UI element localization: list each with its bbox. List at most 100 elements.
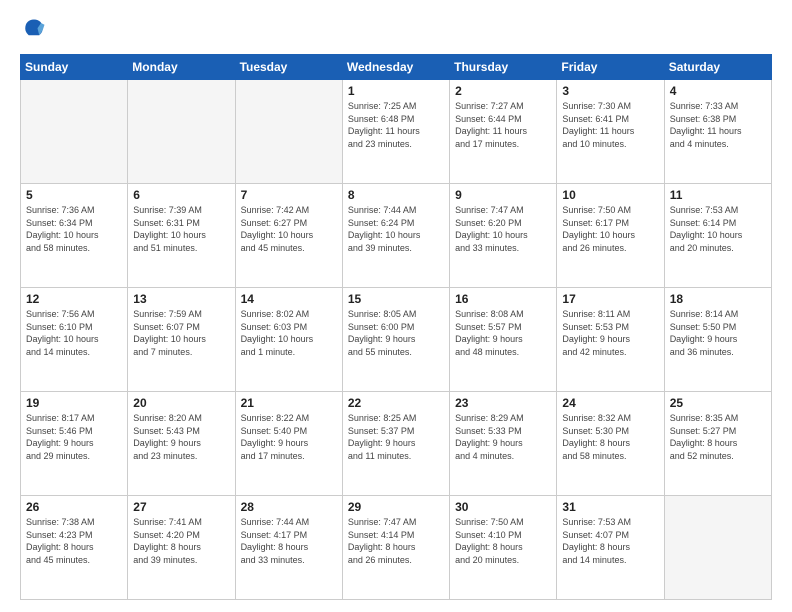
day-cell: 14 Sunrise: 8:02 AM Sunset: 6:03 PM Dayli… <box>235 288 342 392</box>
day-cell: 8 Sunrise: 7:44 AM Sunset: 6:24 PM Daylig… <box>342 184 449 288</box>
day-info: Sunrise: 7:30 AM Sunset: 6:41 PM Dayligh… <box>562 100 658 150</box>
week-row-1: 5Sunrise: 7:36 AM Sunset: 6:34 PM Daylig… <box>21 184 772 288</box>
day-number: 21 <box>241 396 337 410</box>
day-cell: 27 Sunrise: 7:41 AM Sunset: 4:20 PM Dayli… <box>128 496 235 600</box>
day-info: Sunrise: 8:14 AM Sunset: 5:50 PM Dayligh… <box>670 308 766 358</box>
day-info: Sunrise: 7:25 AM Sunset: 6:48 PM Dayligh… <box>348 100 444 150</box>
day-cell: 10Sunrise: 7:50 AM Sunset: 6:17 PM Dayli… <box>557 184 664 288</box>
day-number: 17 <box>562 292 658 306</box>
day-number: 19 <box>26 396 122 410</box>
day-cell: 17Sunrise: 8:11 AM Sunset: 5:53 PM Dayli… <box>557 288 664 392</box>
day-number: 18 <box>670 292 766 306</box>
day-number: 29 <box>348 500 444 514</box>
day-cell <box>21 80 128 184</box>
weekday-header-tuesday: Tuesday <box>235 55 342 80</box>
day-number: 6 <box>133 188 229 202</box>
day-cell: 13 Sunrise: 7:59 AM Sunset: 6:07 PM Dayli… <box>128 288 235 392</box>
day-cell: 20 Sunrise: 8:20 AM Sunset: 5:43 PM Dayli… <box>128 392 235 496</box>
weekday-header-row: SundayMondayTuesdayWednesdayThursdayFrid… <box>21 55 772 80</box>
page: SundayMondayTuesdayWednesdayThursdayFrid… <box>0 0 792 612</box>
day-info: Sunrise: 8:17 AM Sunset: 5:46 PM Dayligh… <box>26 412 122 462</box>
day-number: 8 <box>348 188 444 202</box>
day-cell: 19 Sunrise: 8:17 AM Sunset: 5:46 PM Dayli… <box>21 392 128 496</box>
logo-icon <box>20 16 48 44</box>
day-cell: 29Sunrise: 7:47 AM Sunset: 4:14 PM Dayli… <box>342 496 449 600</box>
day-number: 28 <box>241 500 337 514</box>
day-number: 23 <box>455 396 551 410</box>
day-info: Sunrise: 7:53 AM Sunset: 4:07 PM Dayligh… <box>562 516 658 566</box>
day-info: Sunrise: 7:59 AM Sunset: 6:07 PM Dayligh… <box>133 308 229 358</box>
day-info: Sunrise: 7:56 AM Sunset: 6:10 PM Dayligh… <box>26 308 122 358</box>
day-cell: 22 Sunrise: 8:25 AM Sunset: 5:37 PM Dayli… <box>342 392 449 496</box>
day-number: 9 <box>455 188 551 202</box>
day-info: Sunrise: 7:47 AM Sunset: 6:20 PM Dayligh… <box>455 204 551 254</box>
day-info: Sunrise: 7:36 AM Sunset: 6:34 PM Dayligh… <box>26 204 122 254</box>
day-cell: 30Sunrise: 7:50 AM Sunset: 4:10 PM Dayli… <box>450 496 557 600</box>
day-number: 24 <box>562 396 658 410</box>
day-number: 2 <box>455 84 551 98</box>
day-cell: 31Sunrise: 7:53 AM Sunset: 4:07 PM Dayli… <box>557 496 664 600</box>
day-number: 22 <box>348 396 444 410</box>
day-number: 7 <box>241 188 337 202</box>
day-cell: 21 Sunrise: 8:22 AM Sunset: 5:40 PM Dayli… <box>235 392 342 496</box>
day-number: 1 <box>348 84 444 98</box>
day-cell: 7 Sunrise: 7:42 AM Sunset: 6:27 PM Daylig… <box>235 184 342 288</box>
day-number: 27 <box>133 500 229 514</box>
day-number: 16 <box>455 292 551 306</box>
day-info: Sunrise: 7:27 AM Sunset: 6:44 PM Dayligh… <box>455 100 551 150</box>
week-row-3: 19 Sunrise: 8:17 AM Sunset: 5:46 PM Dayli… <box>21 392 772 496</box>
day-cell: 11Sunrise: 7:53 AM Sunset: 6:14 PM Dayli… <box>664 184 771 288</box>
day-info: Sunrise: 8:02 AM Sunset: 6:03 PM Dayligh… <box>241 308 337 358</box>
day-cell: 5Sunrise: 7:36 AM Sunset: 6:34 PM Daylig… <box>21 184 128 288</box>
day-cell: 26 Sunrise: 7:38 AM Sunset: 4:23 PM Dayli… <box>21 496 128 600</box>
day-number: 26 <box>26 500 122 514</box>
day-cell: 6 Sunrise: 7:39 AM Sunset: 6:31 PM Daylig… <box>128 184 235 288</box>
day-number: 10 <box>562 188 658 202</box>
day-info: Sunrise: 8:25 AM Sunset: 5:37 PM Dayligh… <box>348 412 444 462</box>
day-cell: 3 Sunrise: 7:30 AM Sunset: 6:41 PM Daylig… <box>557 80 664 184</box>
day-info: Sunrise: 7:33 AM Sunset: 6:38 PM Dayligh… <box>670 100 766 150</box>
weekday-header-monday: Monday <box>128 55 235 80</box>
day-cell: 15Sunrise: 8:05 AM Sunset: 6:00 PM Dayli… <box>342 288 449 392</box>
day-number: 20 <box>133 396 229 410</box>
day-cell: 4 Sunrise: 7:33 AM Sunset: 6:38 PM Daylig… <box>664 80 771 184</box>
day-cell: 24 Sunrise: 8:32 AM Sunset: 5:30 PM Dayli… <box>557 392 664 496</box>
day-cell <box>664 496 771 600</box>
day-cell: 2 Sunrise: 7:27 AM Sunset: 6:44 PM Daylig… <box>450 80 557 184</box>
day-info: Sunrise: 7:44 AM Sunset: 6:24 PM Dayligh… <box>348 204 444 254</box>
day-info: Sunrise: 7:53 AM Sunset: 6:14 PM Dayligh… <box>670 204 766 254</box>
weekday-header-sunday: Sunday <box>21 55 128 80</box>
header <box>20 16 772 44</box>
day-info: Sunrise: 7:44 AM Sunset: 4:17 PM Dayligh… <box>241 516 337 566</box>
day-number: 14 <box>241 292 337 306</box>
day-number: 15 <box>348 292 444 306</box>
day-cell: 9 Sunrise: 7:47 AM Sunset: 6:20 PM Daylig… <box>450 184 557 288</box>
day-info: Sunrise: 7:42 AM Sunset: 6:27 PM Dayligh… <box>241 204 337 254</box>
day-cell <box>128 80 235 184</box>
day-info: Sunrise: 8:32 AM Sunset: 5:30 PM Dayligh… <box>562 412 658 462</box>
day-cell: 18 Sunrise: 8:14 AM Sunset: 5:50 PM Dayli… <box>664 288 771 392</box>
day-info: Sunrise: 7:50 AM Sunset: 4:10 PM Dayligh… <box>455 516 551 566</box>
day-number: 13 <box>133 292 229 306</box>
day-number: 4 <box>670 84 766 98</box>
day-info: Sunrise: 8:35 AM Sunset: 5:27 PM Dayligh… <box>670 412 766 462</box>
day-info: Sunrise: 8:22 AM Sunset: 5:40 PM Dayligh… <box>241 412 337 462</box>
week-row-4: 26 Sunrise: 7:38 AM Sunset: 4:23 PM Dayli… <box>21 496 772 600</box>
day-info: Sunrise: 7:41 AM Sunset: 4:20 PM Dayligh… <box>133 516 229 566</box>
day-info: Sunrise: 8:20 AM Sunset: 5:43 PM Dayligh… <box>133 412 229 462</box>
day-cell <box>235 80 342 184</box>
day-number: 25 <box>670 396 766 410</box>
day-cell: 1 Sunrise: 7:25 AM Sunset: 6:48 PM Daylig… <box>342 80 449 184</box>
weekday-header-wednesday: Wednesday <box>342 55 449 80</box>
day-info: Sunrise: 7:39 AM Sunset: 6:31 PM Dayligh… <box>133 204 229 254</box>
day-cell: 23Sunrise: 8:29 AM Sunset: 5:33 PM Dayli… <box>450 392 557 496</box>
weekday-header-saturday: Saturday <box>664 55 771 80</box>
weekday-header-friday: Friday <box>557 55 664 80</box>
week-row-2: 12 Sunrise: 7:56 AM Sunset: 6:10 PM Dayli… <box>21 288 772 392</box>
day-cell: 16Sunrise: 8:08 AM Sunset: 5:57 PM Dayli… <box>450 288 557 392</box>
day-cell: 28 Sunrise: 7:44 AM Sunset: 4:17 PM Dayli… <box>235 496 342 600</box>
day-number: 3 <box>562 84 658 98</box>
weekday-header-thursday: Thursday <box>450 55 557 80</box>
day-info: Sunrise: 7:38 AM Sunset: 4:23 PM Dayligh… <box>26 516 122 566</box>
day-number: 12 <box>26 292 122 306</box>
